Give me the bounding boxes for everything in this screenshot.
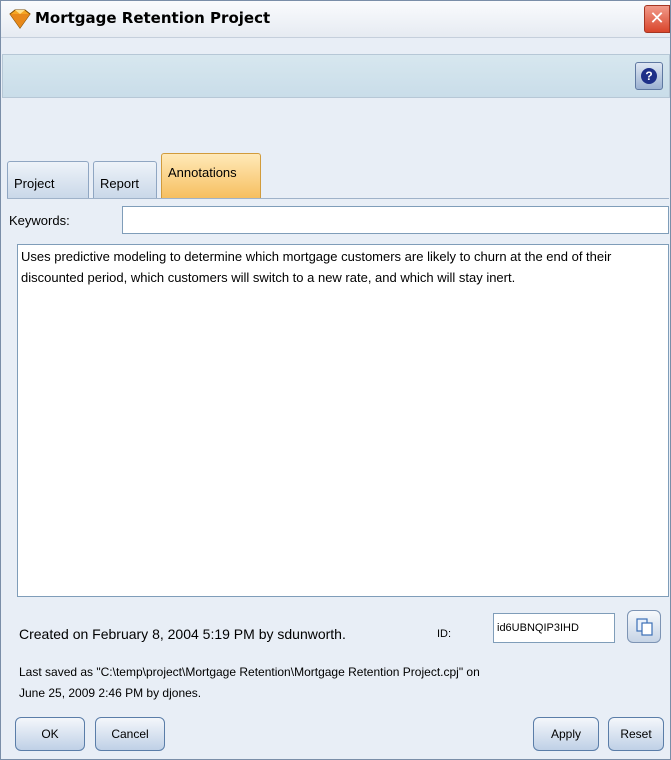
keywords-input[interactable]	[122, 206, 669, 234]
reset-button[interactable]: Reset	[608, 717, 664, 751]
copy-id-button[interactable]	[627, 610, 661, 643]
tab-annotations-label: Annotations	[168, 165, 237, 180]
title-bar[interactable]: Mortgage Retention Project ✕	[1, 1, 670, 38]
last-saved-line-2: June 25, 2009 2:46 PM by djones.	[19, 686, 202, 700]
annotations-panel: Keywords: Uses predictive modeling to de…	[7, 198, 669, 759]
ok-button[interactable]: OK	[15, 717, 85, 751]
apply-button[interactable]: Apply	[533, 717, 599, 751]
close-icon: ✕	[649, 8, 665, 28]
tab-annotations[interactable]: Annotations	[161, 153, 261, 199]
toolbar-strip: ?	[2, 54, 670, 98]
window-title: Mortgage Retention Project	[35, 9, 271, 27]
tab-report[interactable]: Report	[93, 161, 157, 199]
cancel-button[interactable]: Cancel	[95, 717, 165, 751]
id-field[interactable]	[493, 613, 615, 643]
copy-icon	[636, 618, 653, 636]
id-label: ID:	[437, 628, 452, 640]
tab-report-label: Report	[100, 176, 140, 191]
tab-project-label: Project	[14, 176, 55, 191]
help-icon: ?	[641, 68, 657, 84]
last-saved-info: Last saved as "C:\temp\project\Mortgage …	[19, 662, 659, 704]
project-gem-icon	[9, 9, 31, 29]
last-saved-line-1: Last saved as "C:\temp\project\Mortgage …	[19, 665, 480, 679]
help-button[interactable]: ?	[635, 62, 663, 90]
created-info: Created on February 8, 2004 5:19 PM by s…	[19, 626, 346, 642]
tab-project[interactable]: Project	[7, 161, 89, 199]
project-properties-window: Mortgage Retention Project ✕ ? Project R…	[0, 0, 671, 760]
annotation-textarea[interactable]: Uses predictive modeling to determine wh…	[17, 244, 669, 597]
keywords-label: Keywords:	[9, 213, 70, 228]
close-button[interactable]: ✕	[644, 5, 670, 33]
